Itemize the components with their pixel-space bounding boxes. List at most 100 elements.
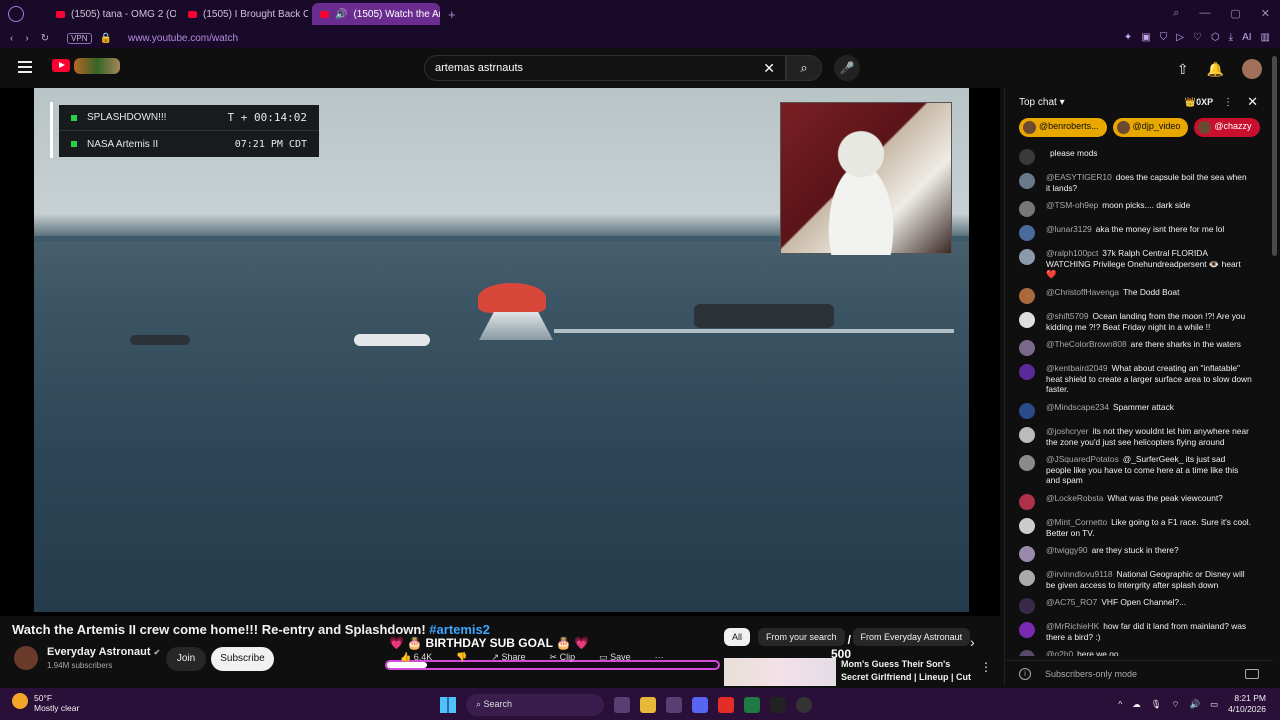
forward-icon[interactable]: › bbox=[25, 33, 28, 44]
channel-avatar[interactable] bbox=[14, 646, 38, 670]
recommendation-thumbnail[interactable] bbox=[724, 658, 836, 686]
subscribe-button[interactable]: Subscribe bbox=[211, 647, 274, 671]
taskbar-search[interactable]: ⌕ Search bbox=[466, 694, 604, 716]
chat-message[interactable]: @lunar3129 aka the money isnt there for m… bbox=[1005, 222, 1273, 243]
emoji-keyboard-icon[interactable] bbox=[1245, 668, 1259, 679]
chat-message[interactable]: @g2h0 here we go bbox=[1005, 647, 1273, 656]
chat-avatar[interactable] bbox=[1019, 598, 1035, 615]
microphone-icon[interactable]: 🎤 bbox=[834, 55, 860, 81]
play-icon[interactable]: ▷ bbox=[1176, 32, 1184, 43]
chat-message[interactable]: @joshcryer its not they wouldnt let him a… bbox=[1005, 424, 1273, 449]
windows-start-icon[interactable] bbox=[440, 697, 456, 713]
chat-avatar[interactable] bbox=[1019, 249, 1035, 266]
battery-icon[interactable]: ▭ bbox=[1210, 699, 1218, 710]
chat-author[interactable]: @MrRichieHK bbox=[1046, 621, 1099, 631]
dislike-button[interactable]: 👎 bbox=[456, 652, 467, 663]
chat-author[interactable]: @TSM-oh9ep bbox=[1046, 200, 1098, 210]
file-explorer-icon[interactable] bbox=[640, 697, 656, 713]
chat-avatar[interactable] bbox=[1019, 570, 1035, 587]
chat-author[interactable]: @g2h0 bbox=[1046, 649, 1073, 656]
chat-message[interactable]: @irvinndlovu9118 National Geographic or D… bbox=[1005, 567, 1273, 592]
settings-gear-icon[interactable] bbox=[666, 697, 682, 713]
chat-author[interactable]: @lunar3129 bbox=[1046, 224, 1092, 234]
chat-message[interactable]: @ralph100pct 37k Ralph Central FLORIDA WA… bbox=[1005, 246, 1273, 282]
info-icon[interactable]: i bbox=[1019, 667, 1031, 680]
chat-message[interactable]: @ChristoffHavenga The Dodd Boat bbox=[1005, 285, 1273, 306]
volume-icon[interactable]: 🔊 bbox=[1190, 699, 1201, 710]
account-avatar[interactable] bbox=[1242, 59, 1262, 79]
chat-author[interactable]: @Mindscape234 bbox=[1046, 402, 1109, 412]
save-button[interactable]: ▭ Save bbox=[599, 652, 631, 663]
chat-message[interactable]: @MrRichieHK how far did it land from main… bbox=[1005, 619, 1273, 644]
wifi-icon[interactable]: ⌔ bbox=[1172, 699, 1180, 710]
supporter-chip[interactable]: @djp_video bbox=[1112, 118, 1189, 137]
bookmark-icon[interactable]: ✦ bbox=[1124, 32, 1132, 43]
chat-author[interactable]: @JSquaredPotatos bbox=[1046, 454, 1119, 464]
lock-icon[interactable]: 🔒 bbox=[100, 33, 112, 44]
clip-button[interactable]: ✂ Clip bbox=[550, 652, 576, 663]
recommendation-title[interactable]: Mom's Guess Their Son's Secret Girlfrien… bbox=[841, 658, 977, 684]
chips-next-icon[interactable]: › bbox=[970, 634, 975, 650]
weather-widget[interactable]: 50°F Mostly clear bbox=[12, 693, 79, 713]
chat-message[interactable]: @TheColorBrown808 are there sharks in the… bbox=[1005, 337, 1273, 358]
channel-name[interactable]: Everyday Astronaut ✔ bbox=[47, 646, 160, 658]
download-icon[interactable]: ⤓ bbox=[1229, 32, 1233, 43]
chat-author[interactable]: @ralph100pct bbox=[1046, 248, 1098, 258]
url-field[interactable]: www.youtube.com/watch bbox=[128, 33, 238, 44]
browser-tab-1[interactable]: (1505) tana - OMG 2 (Offic bbox=[48, 3, 176, 25]
browser-tab-2[interactable]: (1505) I Brought Back Cre bbox=[180, 3, 308, 25]
supporter-chip[interactable]: @chazzy bbox=[1194, 118, 1260, 137]
youtube-logo-icon[interactable] bbox=[52, 59, 70, 72]
chat-author[interactable]: @irvinndlovu9118 bbox=[1046, 569, 1113, 579]
chat-message[interactable]: @Mindscape234 Spammer attack bbox=[1005, 400, 1273, 421]
chat-message[interactable]: @EASYTIGER10 does the capsule boil the se… bbox=[1005, 170, 1273, 195]
chat-avatar[interactable] bbox=[1019, 311, 1035, 328]
chat-menu-icon[interactable]: ⋮ bbox=[1223, 97, 1233, 108]
mic-tray-icon[interactable]: 🎙 bbox=[1151, 699, 1162, 710]
chat-messages[interactable]: please mods @EASYTIGER10 does the capsule … bbox=[1005, 146, 1273, 656]
youtube-app-icon[interactable] bbox=[718, 697, 734, 713]
new-tab-button[interactable]: + bbox=[448, 7, 456, 22]
chat-avatar[interactable] bbox=[1019, 622, 1035, 639]
notifications-bell-icon[interactable]: 🔔 bbox=[1207, 61, 1224, 78]
close-window-icon[interactable]: ✕ bbox=[1261, 7, 1270, 20]
chat-message[interactable]: please mods bbox=[1005, 146, 1273, 167]
chat-avatar[interactable] bbox=[1019, 201, 1035, 218]
youtube-doodle[interactable] bbox=[74, 58, 120, 74]
chat-mode-dropdown[interactable]: Top chat ▾ bbox=[1019, 97, 1065, 108]
chat-author[interactable]: @twiggy90 bbox=[1046, 545, 1088, 555]
chat-avatar[interactable] bbox=[1019, 426, 1035, 443]
chat-avatar[interactable] bbox=[1019, 287, 1035, 304]
maximize-icon[interactable]: ▢ bbox=[1230, 7, 1240, 20]
clear-search-icon[interactable]: ✕ bbox=[763, 60, 775, 77]
like-button[interactable]: 👍 6.4K bbox=[400, 652, 432, 663]
join-button[interactable]: Join bbox=[166, 647, 206, 671]
vpn-badge[interactable]: VPN bbox=[67, 32, 92, 44]
obs-icon[interactable] bbox=[796, 697, 812, 713]
browser-menu-icon[interactable] bbox=[8, 6, 24, 22]
recommendation-menu-icon[interactable]: ⋮ bbox=[980, 660, 992, 674]
browser-tab-active[interactable]: 🔊 (1505) Watch the Arter bbox=[312, 3, 440, 25]
back-icon[interactable]: ‹ bbox=[10, 33, 13, 44]
chat-author[interactable]: @joshcryer bbox=[1046, 426, 1088, 436]
chat-avatar[interactable] bbox=[1019, 517, 1035, 534]
chat-message[interactable]: @LockeRobsta What was the peak viewcount? bbox=[1005, 491, 1273, 512]
chat-message[interactable]: @Mint_Cornetto Like going to a F1 race. S… bbox=[1005, 515, 1273, 540]
chat-message[interactable]: @JSquaredPotatos @_SurferGeek_ its just s… bbox=[1005, 452, 1273, 488]
chat-message[interactable]: @TSM-oh9ep moon picks.... dark side bbox=[1005, 198, 1273, 219]
sidebar-icon[interactable]: ▥ bbox=[1261, 32, 1270, 43]
share-button[interactable]: ↗ Share bbox=[491, 652, 525, 663]
chat-author[interactable]: @shift5709 bbox=[1046, 311, 1089, 321]
chat-avatar[interactable] bbox=[1019, 149, 1035, 165]
search-input[interactable]: artemas astrnauts ✕ bbox=[424, 55, 786, 81]
chat-author[interactable]: @LockeRobsta bbox=[1046, 493, 1103, 503]
chat-author[interactable]: @EASYTIGER10 bbox=[1046, 172, 1112, 182]
cloud-icon[interactable]: ☁ bbox=[1132, 699, 1141, 710]
chat-author[interactable]: @TheColorBrown808 bbox=[1046, 339, 1127, 349]
close-chat-icon[interactable]: ✕ bbox=[1247, 94, 1258, 110]
more-actions-button[interactable]: ··· bbox=[655, 652, 664, 663]
chat-author[interactable]: @AC75_RO7 bbox=[1046, 597, 1097, 607]
chat-author[interactable]: @ChristoffHavenga bbox=[1046, 287, 1119, 297]
heart-icon[interactable]: ♡ bbox=[1193, 32, 1202, 43]
extensions-icon[interactable]: ⬡ bbox=[1211, 32, 1220, 43]
